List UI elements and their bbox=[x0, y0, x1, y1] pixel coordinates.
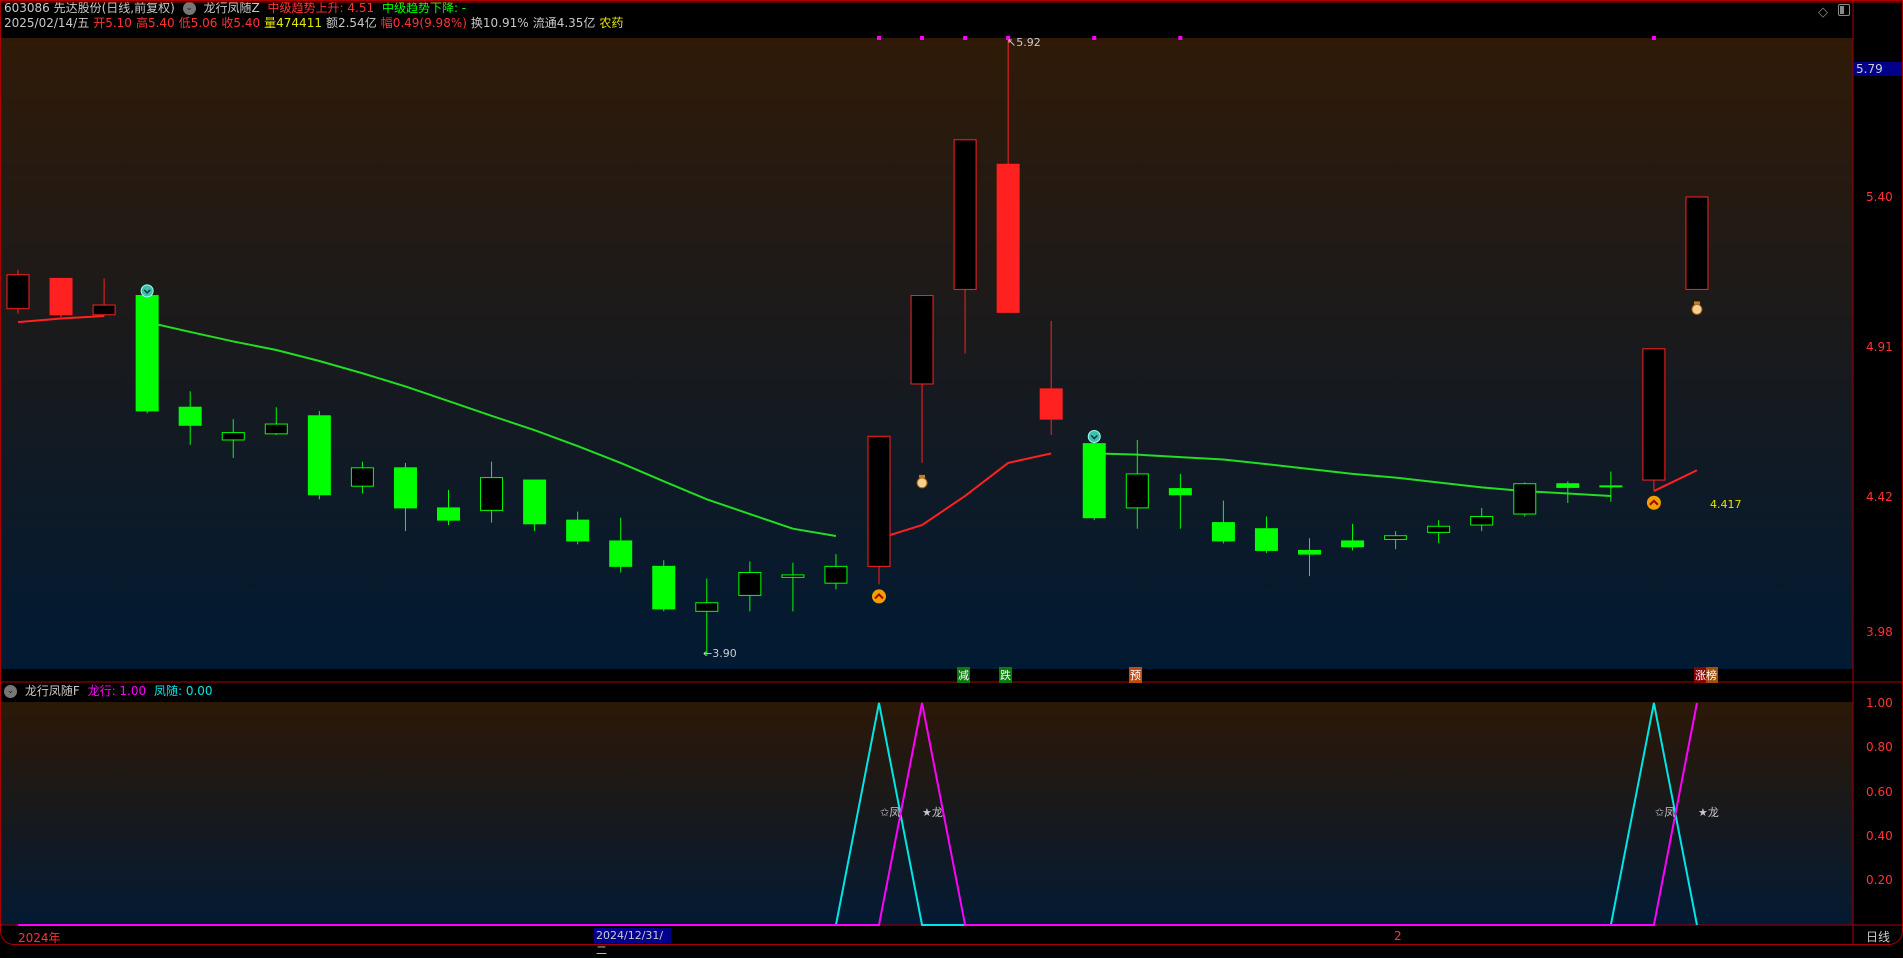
candle-body bbox=[1341, 540, 1365, 548]
candle-body bbox=[1513, 483, 1537, 515]
candle-body bbox=[92, 304, 116, 316]
money-bag-tie bbox=[1693, 301, 1700, 305]
sell-signal-icon bbox=[1087, 430, 1101, 444]
signal-label: 减 bbox=[957, 667, 970, 683]
candle-body bbox=[824, 565, 848, 584]
lower-y-tick: 1.00 bbox=[1866, 696, 1893, 710]
y-tick: 3.98 bbox=[1866, 625, 1893, 639]
lower-header: ⌄ 龙行凤随F 龙行: 1.00 凤随: 0.00 bbox=[4, 684, 217, 699]
candle-body bbox=[49, 277, 73, 316]
high-value: 5.92 bbox=[1016, 36, 1041, 49]
lower-y-tick: 0.20 bbox=[1866, 873, 1893, 887]
candle-body bbox=[953, 139, 977, 290]
candle-body bbox=[1427, 525, 1451, 533]
candle-body bbox=[1211, 522, 1235, 542]
current-price-label: 5.79 bbox=[1854, 62, 1903, 76]
candle-body bbox=[738, 571, 762, 596]
candle-body bbox=[996, 163, 1020, 313]
candle-body bbox=[1556, 483, 1580, 488]
money-bag-icon bbox=[1691, 303, 1703, 315]
candle-body bbox=[437, 507, 460, 521]
candle-body bbox=[652, 565, 676, 610]
money-bag-tie bbox=[919, 474, 926, 478]
candle-body bbox=[1168, 488, 1192, 496]
candle-body bbox=[566, 519, 590, 542]
period-label[interactable]: 日线 bbox=[1866, 928, 1890, 945]
ma-value-label: 4.417 bbox=[1710, 498, 1742, 511]
candle-body bbox=[1298, 549, 1321, 555]
feng-value: 凤随: 0.00 bbox=[153, 684, 213, 698]
candle-body bbox=[1599, 485, 1623, 488]
long-mark: ★龙 bbox=[922, 806, 943, 819]
candle-body bbox=[1125, 473, 1149, 509]
candle-body bbox=[781, 574, 805, 578]
money-bag-icon bbox=[916, 477, 928, 489]
candle-body bbox=[6, 274, 30, 310]
long-value: 龙行: 1.00 bbox=[87, 684, 147, 698]
low-value: 3.90 bbox=[712, 647, 737, 660]
candle-body bbox=[307, 415, 331, 496]
buy-signal-icon bbox=[1646, 495, 1661, 510]
lower-y-tick: 0.60 bbox=[1866, 785, 1893, 799]
year-label: 2024年 bbox=[18, 931, 61, 945]
candle-body bbox=[480, 477, 504, 511]
candle-body bbox=[867, 435, 891, 567]
month-label: 2 bbox=[1394, 929, 1402, 943]
candle-body bbox=[1470, 515, 1494, 526]
candle-body bbox=[1384, 535, 1408, 540]
candle-body bbox=[350, 467, 374, 487]
y-tick: 4.42 bbox=[1866, 490, 1893, 504]
long-mark: ★龙 bbox=[1698, 806, 1719, 819]
feng-mark: ✩凤 bbox=[1655, 806, 1676, 819]
candle-body bbox=[264, 423, 288, 435]
cursor-date: 2024/12/31/二 bbox=[594, 928, 671, 957]
candle-body bbox=[695, 602, 719, 612]
feng-mark: ✩凤 bbox=[880, 806, 901, 819]
low-annotation: ←3.90 bbox=[703, 647, 737, 660]
candle-body bbox=[1082, 443, 1106, 519]
candle-body bbox=[1254, 528, 1278, 551]
kline-chart[interactable] bbox=[0, 0, 1903, 945]
signal-dot bbox=[920, 36, 925, 40]
signal-dot bbox=[1651, 36, 1656, 40]
signal-dot bbox=[963, 36, 968, 40]
candle-body bbox=[393, 467, 417, 509]
candle-body bbox=[523, 479, 547, 525]
signal-label: 跌 bbox=[999, 667, 1012, 683]
signal-label: 涨榜 bbox=[1694, 667, 1718, 683]
lower-y-tick: 0.80 bbox=[1866, 740, 1893, 754]
high-annotation: ↖5.92 bbox=[1007, 36, 1041, 49]
lower-indicator-name[interactable]: 龙行凤随F bbox=[25, 684, 80, 698]
signal-dot bbox=[1092, 36, 1097, 40]
candle-body bbox=[1685, 196, 1709, 290]
signal-dot bbox=[877, 36, 881, 40]
candle-body bbox=[1039, 388, 1063, 420]
y-tick: 4.91 bbox=[1866, 340, 1893, 354]
candle-body bbox=[178, 406, 202, 426]
sell-signal-icon bbox=[140, 284, 154, 298]
signal-label: 预 bbox=[1129, 667, 1142, 683]
y-tick: 5.40 bbox=[1866, 190, 1893, 204]
buy-signal-icon bbox=[872, 589, 886, 604]
candle-body bbox=[910, 295, 934, 385]
candle-body bbox=[1642, 348, 1666, 481]
candle-body bbox=[609, 540, 633, 567]
dropdown-icon[interactable]: ⌄ bbox=[4, 685, 17, 698]
signal-dot bbox=[1178, 36, 1183, 40]
candle-body bbox=[221, 432, 245, 441]
lower-y-tick: 0.40 bbox=[1866, 829, 1893, 843]
candle-body bbox=[135, 295, 159, 412]
